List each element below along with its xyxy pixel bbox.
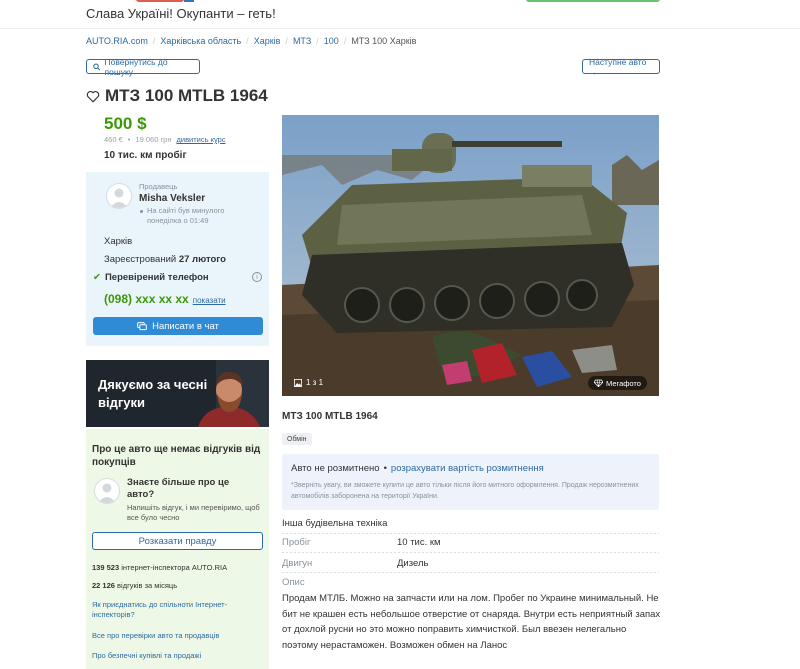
- reviews-question: Знаєте більше про це авто?: [127, 477, 230, 500]
- price-eur: 460 €: [104, 135, 123, 144]
- calculate-customs-link[interactable]: розрахувати вартість розмитнення: [391, 463, 544, 474]
- breadcrumb-current: МТЗ 100 Харків: [351, 36, 417, 46]
- user-icon: [98, 483, 116, 503]
- listing-subtitle: МТЗ 100 MTLB 1964: [282, 411, 378, 422]
- breadcrumb-separator: /: [246, 36, 249, 46]
- spec-divider: [282, 552, 659, 553]
- search-icon: [93, 62, 101, 70]
- price-uah: 19 060 грн: [135, 135, 172, 144]
- seller-last-online: На сайті був минулого понеділка о 01:49: [147, 206, 225, 225]
- top-blue-button[interactable]: [184, 0, 194, 2]
- seller-caption: Продавець: [139, 182, 178, 191]
- exchange-badge: Обмін: [282, 433, 312, 445]
- price-alternatives: 460 € • 19 060 грн дивитись курс: [104, 135, 226, 144]
- description-text: Продам МТЛБ. Можно на запчасти или на ло…: [282, 593, 661, 651]
- seller-registered: Зареєстрований 27 лютого: [104, 254, 226, 265]
- top-green-button[interactable]: [526, 0, 660, 2]
- registered-label: Зареєстрований: [104, 254, 177, 265]
- back-to-search-button[interactable]: Повернутись до пошуку: [86, 56, 200, 77]
- inspectors-label: інтернет-інспектора AUTO.RIA: [121, 563, 228, 572]
- megaphoto-label: Мегафото: [606, 378, 641, 388]
- chat-icon: [137, 321, 147, 330]
- mileage: 10 тис. км пробіг: [104, 150, 187, 161]
- breadcrumb-item-model[interactable]: 100: [324, 36, 339, 46]
- reviews-stat: 22 126 відгуків за місяць: [92, 581, 177, 590]
- customs-status-label: Авто не розмитнено: [291, 463, 380, 474]
- seller-phone: (098) xxx xx xx показати: [104, 292, 226, 306]
- seller-name[interactable]: Misha Veksler: [139, 193, 205, 204]
- breadcrumb-item-city[interactable]: Харків: [254, 36, 281, 46]
- next-car-button[interactable]: Наступне авто →: [582, 56, 660, 77]
- online-dot-icon: [140, 210, 143, 213]
- exchange-rate-link[interactable]: дивитись курс: [177, 135, 226, 144]
- verified-phone: ✔ Перевірений телефон: [93, 272, 209, 283]
- seller-avatar: [106, 183, 132, 209]
- vehicle-category: Інша будівельна техніка: [282, 518, 388, 529]
- megaphoto-button[interactable]: Мегафото: [588, 376, 647, 390]
- banner-text: Дякуємо за чесні відгуки: [98, 377, 208, 410]
- page-title: МТЗ 100 MTLB 1964: [105, 86, 268, 105]
- user-icon: [110, 188, 128, 208]
- reviews-title: Про це авто ще немає відгуків від покупц…: [92, 444, 261, 468]
- reviews-count-label: відгуків за місяць: [117, 581, 178, 590]
- price-usd: 500 $: [104, 114, 147, 133]
- spec-divider: [282, 572, 659, 573]
- breadcrumb-separator: /: [343, 36, 347, 46]
- vehicle-photo-image: [282, 115, 659, 396]
- safe-deals-link[interactable]: Про безпечні купівлі та продажі: [92, 651, 262, 661]
- checks-info-link[interactable]: Все про перевірки авто та продавців: [92, 631, 262, 641]
- breadcrumb-item-home[interactable]: AUTO.RIA.com: [86, 36, 148, 46]
- back-to-search-label: Повернутись до пошуку: [104, 56, 168, 77]
- verified-phone-label: Перевірений телефон: [104, 272, 209, 283]
- top-red-button[interactable]: [136, 0, 184, 2]
- spec-divider: [282, 533, 659, 534]
- photo-counter-label: 1 з 1: [306, 378, 324, 387]
- spec-mileage-value: 10 тис. км: [397, 537, 441, 548]
- image-icon: [294, 378, 302, 387]
- customs-status: Авто не розмитнено • розрахувати вартіст…: [291, 463, 544, 474]
- header-divider: [0, 28, 800, 29]
- reviews-count: 22 126: [92, 581, 115, 590]
- price-separator: •: [127, 135, 131, 144]
- registered-date: 27 лютого: [178, 254, 226, 265]
- customs-note: *Зверніть увагу, ви зможете купити це ав…: [291, 482, 639, 500]
- breadcrumb: AUTO.RIA.com / Харківська область / Харк…: [86, 36, 416, 46]
- breadcrumb-separator: /: [316, 36, 319, 46]
- checkmark-icon: ✔: [93, 272, 101, 283]
- reviewer-avatar: [94, 478, 120, 504]
- diamond-icon: [594, 379, 603, 387]
- spec-mileage-label: Пробіг: [282, 537, 311, 548]
- description-label: Опис: [282, 577, 305, 588]
- chat-button[interactable]: Написати в чат: [93, 317, 263, 335]
- join-inspectors-link[interactable]: Як приєднатись до спільноти Інтернет-інс…: [92, 600, 262, 620]
- spec-engine-value: Дизель: [397, 558, 429, 569]
- title-row: МТЗ 100 MTLB 1964: [86, 86, 268, 106]
- phone-number: (098) xxx xx xx: [104, 292, 189, 306]
- breadcrumb-separator: /: [285, 36, 288, 46]
- listing-photo[interactable]: [282, 115, 659, 396]
- breadcrumb-item-region[interactable]: Харківська область: [160, 36, 241, 46]
- seller-city: Харків: [104, 236, 133, 247]
- breadcrumb-item-brand[interactable]: МТЗ: [293, 36, 311, 46]
- chat-button-label: Написати в чат: [152, 320, 219, 332]
- write-review-button[interactable]: Розказати правду: [92, 532, 263, 550]
- inspectors-count: 139 523: [92, 563, 120, 572]
- customs-separator: •: [383, 463, 387, 474]
- next-car-label: Наступне авто →: [589, 56, 647, 77]
- heart-icon[interactable]: [86, 90, 100, 103]
- photo-counter: 1 з 1: [294, 378, 323, 387]
- show-phone-link[interactable]: показати: [193, 296, 226, 305]
- inspectors-stat: 139 523 інтернет-інспектора AUTO.RIA: [92, 563, 227, 572]
- info-icon[interactable]: i: [252, 272, 262, 282]
- reviews-description: Напишіть відгук, і ми перевіримо, щоб вс…: [127, 503, 260, 522]
- slogan: Слава Україні! Окупанти – геть!: [86, 6, 276, 21]
- breadcrumb-separator: /: [152, 36, 156, 46]
- spec-engine-label: Двигун: [282, 558, 313, 569]
